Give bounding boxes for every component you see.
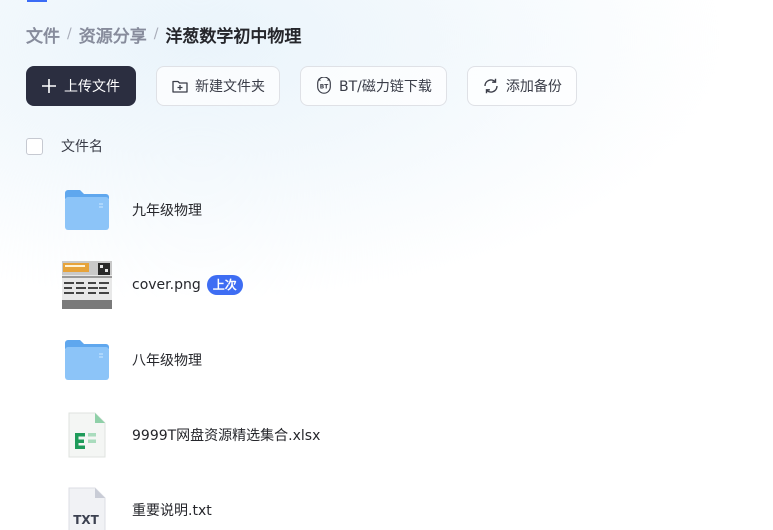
file-name[interactable]: cover.png 上次: [132, 274, 243, 295]
breadcrumb: 文件 / 资源分享 / 洋葱数学初中物理: [26, 22, 302, 47]
file-row[interactable]: TXT 重要说明.txt: [0, 472, 773, 530]
file-row[interactable]: 9999T网盘资源精选集合.xlsx: [0, 397, 773, 472]
bt-icon: BT: [315, 77, 333, 95]
breadcrumb-item-resource-share[interactable]: 资源分享: [79, 22, 147, 47]
column-header-filename[interactable]: 文件名: [61, 136, 103, 156]
bt-magnet-download-label: BT/磁力链下载: [339, 79, 432, 95]
new-folder-icon: [171, 77, 189, 95]
new-folder-button-label: 新建文件夹: [195, 79, 265, 95]
top-accent-bar: [27, 0, 47, 2]
file-name-text: 重要说明.txt: [132, 502, 212, 519]
folder-icon: [62, 185, 112, 235]
add-backup-button[interactable]: 添加备份: [466, 66, 577, 106]
upload-button[interactable]: 上传文件: [26, 66, 136, 106]
breadcrumb-item-files[interactable]: 文件: [26, 22, 60, 47]
svg-text:TXT: TXT: [73, 513, 99, 527]
list-header: 文件名: [26, 136, 103, 156]
breadcrumb-current: 洋葱数学初中物理: [165, 26, 302, 47]
breadcrumb-separator: /: [67, 26, 72, 42]
txt-file-icon: TXT: [62, 485, 112, 530]
add-backup-label: 添加备份: [505, 79, 562, 95]
last-opened-badge: 上次: [206, 274, 243, 295]
folder-icon: [62, 335, 112, 385]
sync-icon: [482, 77, 500, 95]
file-name-text: cover.png: [132, 276, 201, 293]
file-name[interactable]: 八年级物理: [132, 350, 202, 370]
new-folder-button[interactable]: 新建文件夹: [156, 66, 280, 106]
file-row[interactable]: 九年级物理: [0, 172, 773, 247]
bt-magnet-download-button[interactable]: BT BT/磁力链下载: [300, 66, 447, 106]
file-list: 九年级物理 cover.png 上次 八年级物理 9999T网盘资源精选集合.x…: [0, 172, 773, 530]
file-name-text: 9999T网盘资源精选集合.xlsx: [132, 427, 321, 444]
file-name[interactable]: 九年级物理: [132, 200, 202, 220]
plus-icon: [40, 77, 58, 95]
file-name-text: 九年级物理: [132, 202, 202, 219]
upload-button-label: 上传文件: [64, 79, 120, 95]
svg-text:BT: BT: [320, 85, 328, 91]
select-all-checkbox[interactable]: [26, 137, 43, 155]
breadcrumb-separator: /: [153, 26, 159, 42]
image-thumbnail: [62, 260, 112, 310]
file-row[interactable]: cover.png 上次: [0, 247, 773, 322]
file-row[interactable]: 八年级物理: [0, 322, 773, 397]
file-name[interactable]: 9999T网盘资源精选集合.xlsx: [132, 425, 320, 445]
file-name[interactable]: 重要说明.txt: [132, 500, 212, 520]
toolbar: 上传文件 新建文件夹 BT BT/磁力链下载 添加备份: [26, 66, 577, 106]
file-name-text: 八年级物理: [132, 352, 202, 369]
excel-file-icon: [62, 410, 112, 460]
